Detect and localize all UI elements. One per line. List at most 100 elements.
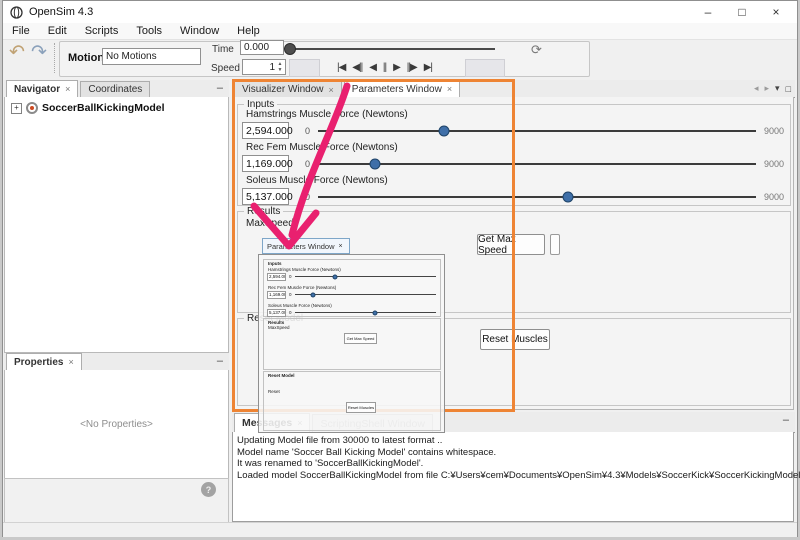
floating-window-tab[interactable]: Parameters Window × xyxy=(262,238,350,254)
hamstrings-force-field[interactable]: 2,594.000 xyxy=(242,122,289,139)
step-forward-button[interactable]: ||▶ xyxy=(407,62,417,73)
motion-combo[interactable]: No Motions xyxy=(102,48,201,65)
tab-navigator[interactable]: Navigator × xyxy=(6,80,78,97)
tab-coordinates[interactable]: Coordinates xyxy=(80,81,150,97)
mini-reset-group: Reset Model Reset Reset Muscles xyxy=(263,371,441,431)
messages-minimize-icon[interactable]: – xyxy=(783,414,789,426)
speed-spinner[interactable]: 1 ▲▼ xyxy=(242,59,286,75)
inputs-group: Inputs Hamstrings Muscle Force (Newtons)… xyxy=(237,104,791,206)
recfem-slider-handle[interactable] xyxy=(369,158,380,169)
tree-item-row[interactable]: + SoccerBallKickingModel xyxy=(11,102,165,114)
time-field[interactable]: 0.000 xyxy=(240,40,284,55)
message-line: Updating Model file from 30000 to latest… xyxy=(237,435,789,447)
maximize-pane-icon[interactable]: □ xyxy=(786,84,791,94)
step-back-button[interactable]: ◀|| xyxy=(352,62,362,73)
tab-properties[interactable]: Properties × xyxy=(6,353,82,370)
opensim-logo-icon xyxy=(10,6,23,19)
redo-icon[interactable]: ↷ xyxy=(31,45,47,61)
navigator-minimize-icon[interactable]: – xyxy=(217,82,223,94)
pause-button[interactable]: || xyxy=(383,62,386,73)
hamstrings-slider-track[interactable] xyxy=(318,124,756,138)
toolbar-separator xyxy=(54,43,55,73)
toolbar: ↶ ↷ Motion: No Motions Time 0.000 ⟳ Spee… xyxy=(3,40,797,78)
close-icon[interactable]: × xyxy=(65,84,70,94)
play-button[interactable]: ▶ xyxy=(393,62,400,73)
document-tabrow: Visualizer Window × Parameters Window × … xyxy=(232,80,795,98)
help-icon[interactable]: ? xyxy=(201,482,216,497)
menu-file[interactable]: File xyxy=(3,25,39,37)
tab-parameters-window[interactable]: Parameters Window × xyxy=(344,80,460,97)
close-icon[interactable]: × xyxy=(68,357,73,367)
menu-scripts[interactable]: Scripts xyxy=(76,25,128,37)
mini-results-group: Results MaxSpeed Get Max Speed xyxy=(263,318,441,370)
message-line: Model name 'Soccer Ball Kicking Model' c… xyxy=(237,447,789,459)
undo-icon[interactable]: ↶ xyxy=(9,45,25,61)
get-max-speed-button[interactable]: Get Max Speed xyxy=(477,234,545,255)
slider-row: 5,137.000 0 9000 xyxy=(242,187,784,206)
menu-help[interactable]: Help xyxy=(228,25,269,37)
go-to-start-button[interactable]: |◀ xyxy=(337,62,345,73)
tab-visualizer-window[interactable]: Visualizer Window × xyxy=(234,81,342,97)
spinner-arrows-icon[interactable]: ▲▼ xyxy=(276,61,284,74)
slider-min-label: 0 xyxy=(305,192,310,202)
mini-value-field: 1,169.000 xyxy=(267,291,286,299)
speed-label: Speed xyxy=(211,63,240,74)
close-icon[interactable]: × xyxy=(447,84,452,94)
menu-tools[interactable]: Tools xyxy=(127,25,171,37)
recfem-force-field[interactable]: 1,169.000 xyxy=(242,155,289,172)
speed-display-slot xyxy=(289,59,320,77)
screen: OpenSim 4.3 – □ × File Edit Scripts Tool… xyxy=(0,0,800,540)
recfem-slider-track[interactable] xyxy=(318,157,756,171)
results-group-label: Results xyxy=(244,206,283,217)
mini-value-field: 2,594.000 xyxy=(267,273,286,281)
go-to-end-button[interactable]: ▶| xyxy=(424,62,432,73)
mini-slider-handle xyxy=(373,310,378,315)
floating-parameters-window[interactable]: Parameters Window × Inputs Hamstrings Mu… xyxy=(258,238,445,433)
message-line: Loaded model SoccerBallKickingModel from… xyxy=(237,470,789,482)
tree-expander-icon[interactable]: + xyxy=(11,103,22,114)
mini-slider-handle xyxy=(333,274,338,279)
slider-max-label: 9000 xyxy=(764,159,784,169)
window-maximize-button[interactable]: □ xyxy=(725,1,759,23)
properties-panel: <No Properties> xyxy=(4,370,229,479)
slider-row: 2,594.000 0 9000 xyxy=(242,121,784,140)
window-controls: – □ × xyxy=(691,1,793,23)
navigator-panel: + SoccerBallKickingModel xyxy=(4,97,229,353)
close-icon[interactable]: × xyxy=(339,243,343,250)
playback-controls: |◀ ◀|| ◀ || ▶ ||▶ ▶| xyxy=(337,58,432,76)
window-title: OpenSim 4.3 xyxy=(29,6,93,18)
slider-max-label: 9000 xyxy=(764,192,784,202)
no-properties-text: <No Properties> xyxy=(80,419,153,430)
menu-edit[interactable]: Edit xyxy=(39,25,76,37)
message-line: It was renamed to 'SoccerBallKickingMode… xyxy=(237,458,789,470)
motion-toolbar-group: Motion: No Motions Time 0.000 ⟳ Speed 1 … xyxy=(59,41,590,77)
mini-reset-muscles-button: Reset Muscles xyxy=(346,402,376,413)
time-slider-handle[interactable] xyxy=(284,43,296,55)
maxspeed-output-widget xyxy=(550,234,560,255)
slider-row: 1,169.000 0 9000 xyxy=(242,154,784,173)
toolbar-display-slot xyxy=(465,59,505,77)
soleus-force-field[interactable]: 5,137.000 xyxy=(242,188,289,205)
window-minimize-button[interactable]: – xyxy=(691,1,725,23)
properties-tabrow: Properties × – xyxy=(4,353,229,371)
window-close-button[interactable]: × xyxy=(759,1,793,23)
slider-max-label: 9000 xyxy=(764,126,784,136)
close-icon[interactable]: × xyxy=(329,85,334,95)
time-slider-track[interactable] xyxy=(288,48,495,50)
properties-minimize-icon[interactable]: – xyxy=(217,355,223,367)
mini-inputs-group: Inputs Hamstrings Muscle Force (Newtons)… xyxy=(263,259,441,317)
tree-item-label[interactable]: SoccerBallKickingModel xyxy=(42,102,165,114)
title-bar: OpenSim 4.3 – □ × xyxy=(3,1,797,23)
tab-list-dropdown-icon[interactable]: ▾ xyxy=(775,83,780,94)
play-backward-button[interactable]: ◀ xyxy=(369,62,376,73)
loop-icon[interactable]: ⟳ xyxy=(531,42,542,58)
soleus-slider-track[interactable] xyxy=(318,190,756,204)
scroll-tabs-right-icon[interactable]: ▸ xyxy=(765,83,770,94)
soleus-slider-handle[interactable] xyxy=(562,191,573,202)
tab-scroll-controls: ◂ ▸ ▾ □ xyxy=(754,83,791,94)
menu-window[interactable]: Window xyxy=(171,25,228,37)
mini-slider-handle xyxy=(310,292,315,297)
reset-muscles-button[interactable]: Reset Muscles xyxy=(480,329,550,350)
hamstrings-slider-handle[interactable] xyxy=(439,125,450,136)
scroll-tabs-left-icon[interactable]: ◂ xyxy=(754,83,759,94)
